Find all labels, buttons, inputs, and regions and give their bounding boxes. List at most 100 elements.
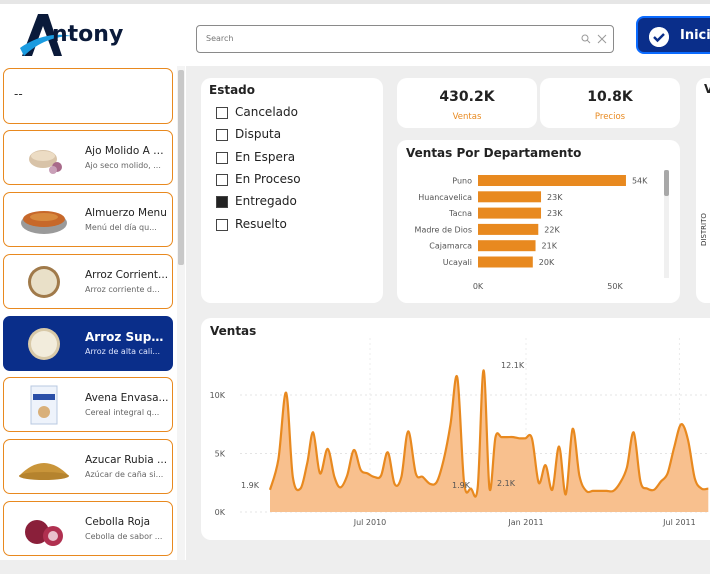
card-title: Arroz Corrient... (85, 269, 169, 281)
data-label: 2.1K (497, 479, 516, 488)
product-card[interactable]: Cebolla Roja Cebolla de sabor ... (3, 501, 173, 556)
data-label: 1.9K (241, 481, 260, 490)
checkbox[interactable] (216, 219, 228, 231)
bar-category-label: Cajamarca (429, 242, 472, 251)
x-tick-label: 50K (607, 282, 623, 291)
product-card[interactable]: Ajo Molido A G... Ajo seco molido, ... (3, 130, 173, 185)
bar-category-label: Ucayali (443, 258, 472, 267)
kpi-label: Ventas (452, 112, 482, 122)
bar-value-label: 21K (542, 242, 558, 251)
bar-category-label: Puno (452, 177, 472, 186)
logo-text: ntony (52, 22, 124, 47)
search-placeholder: Search (206, 34, 234, 43)
bar-value-label: 22K (544, 225, 560, 234)
ventas-area-chart: Ventas 0K 5K 10K 1.9K 1.9K 2.1K 12.1K Jul 2010 J… (201, 318, 710, 540)
close-icon[interactable] (597, 33, 607, 45)
search-input[interactable]: Search (196, 25, 614, 53)
kpi-precios-card: 10.8K Precios (540, 78, 680, 128)
card-desc: Arroz de alta cali... (85, 347, 160, 356)
card-desc: Arroz corriente d... (85, 285, 160, 294)
bar[interactable] (478, 256, 533, 268)
bar-chart-svg: Puno 54K Huancavelica 23K Tacna 23K Madre de D… (415, 170, 669, 291)
card-desc: Menú del día qu... (85, 223, 157, 232)
bar[interactable] (478, 223, 539, 235)
checkbox[interactable] (216, 107, 228, 119)
estado-option-label: Entregado (235, 194, 297, 208)
top-bar: ntony Search Inicio (0, 0, 710, 66)
x-tick-label: Jan 2011 (507, 518, 543, 527)
checkbox[interactable] (216, 129, 228, 141)
card-desc: Ajo seco molido, ... (85, 161, 161, 170)
distrito-panel-title: V (704, 82, 710, 96)
estado-option-label: Resuelto (235, 217, 287, 231)
rice-bowl-icon (28, 266, 60, 298)
x-tick-label: 0K (473, 282, 484, 291)
inicio-button[interactable]: Inicio (636, 16, 710, 54)
y-tick-label: 0K (215, 508, 226, 517)
product-card[interactable]: Azucar Rubia ... Azúcar de caña si... (3, 439, 173, 494)
card-desc: Azúcar de caña si... (85, 470, 164, 479)
card-desc: Cereal integral q... (85, 408, 160, 417)
bar[interactable] (478, 240, 536, 252)
checkbox-checked[interactable] (216, 196, 228, 208)
distrito-axis-label: DISTRITO (700, 213, 708, 246)
bar-category-label: Madre de Dios (415, 225, 472, 234)
bar[interactable] (478, 207, 542, 219)
card-title: Arroz Supe... (85, 330, 169, 344)
rice-bowl-icon (28, 328, 60, 360)
kpi-value: 430.2K (439, 89, 495, 105)
estado-title: Estado (209, 83, 256, 97)
area-chart-svg: 0K 5K 10K 1.9K 1.9K 2.1K 12.1K Jul 2010 Jan 2011… (210, 338, 710, 527)
check-circle-icon (649, 27, 669, 47)
y-tick-label: 10K (210, 391, 226, 400)
bar-category-label: Tacna (448, 209, 472, 218)
bar[interactable] (478, 191, 542, 203)
estado-option-label: En Proceso (235, 172, 301, 186)
kpi-ventas-card: 430.2K Ventas (397, 78, 537, 128)
card-title: -- (14, 87, 23, 101)
bar-value-label: 54K (632, 177, 648, 186)
inicio-label: Inicio (680, 28, 710, 43)
bar-value-label: 23K (547, 193, 563, 202)
x-tick-label: Jul 2011 (662, 518, 696, 527)
checkbox[interactable] (216, 152, 228, 164)
card-title: Almuerzo Menu (85, 207, 167, 219)
chart-scrollbar-thumb[interactable] (664, 170, 669, 196)
product-card-placeholder[interactable]: -- (3, 68, 173, 124)
ventas-por-departamento-chart: Ventas Por Departamento Puno 54K Huancavel… (397, 140, 680, 303)
x-tick-label: Jul 2010 (353, 518, 387, 527)
product-card[interactable]: Arroz Corrient... Arroz corriente d... (3, 254, 173, 309)
garlic-bowl-icon (29, 150, 62, 174)
bar[interactable] (478, 175, 626, 186)
estado-option-label: En Espera (235, 150, 296, 164)
search-icon[interactable] (581, 33, 591, 45)
product-card-selected[interactable]: Arroz Supe... Arroz de alta cali... (3, 316, 173, 371)
series-line[interactable] (268, 369, 709, 498)
product-card[interactable]: Avena Envasa... Cereal integral q... (3, 377, 173, 432)
data-label: 1.9K (452, 481, 471, 490)
kpi-label: Precios (594, 112, 626, 122)
estado-option-label: Disputa (235, 127, 282, 141)
red-onion-icon (25, 520, 63, 546)
product-card[interactable]: Almuerzo Menu Menú del día qu... (3, 192, 173, 247)
checkbox[interactable] (216, 174, 228, 186)
card-title: Cebolla Roja (85, 516, 151, 528)
bar-category-label: Huancavelica (418, 193, 472, 202)
distrito-panel: V DISTRITO (696, 78, 710, 303)
y-tick-label: 5K (215, 450, 226, 459)
bar-value-label: 20K (539, 258, 555, 267)
kpi-value: 10.8K (587, 89, 633, 105)
rice-dish-icon (21, 211, 67, 234)
estado-option-label: Cancelado (235, 105, 298, 119)
top-divider (0, 0, 710, 4)
card-title: Avena Envasa... (85, 392, 169, 404)
card-title: Ajo Molido A G... (85, 145, 169, 157)
scrollbar-thumb[interactable] (178, 70, 184, 265)
sugar-pile-icon (19, 463, 69, 480)
bar-value-label: 23K (547, 209, 563, 218)
card-desc: Cebolla de sabor ... (85, 532, 163, 541)
card-title: Azucar Rubia ... (85, 454, 168, 466)
oats-package-icon (30, 385, 58, 425)
estado-filter-panel: Estado Cancelado Disputa En Espera En Pr… (201, 78, 383, 303)
data-label: 12.1K (501, 361, 525, 370)
